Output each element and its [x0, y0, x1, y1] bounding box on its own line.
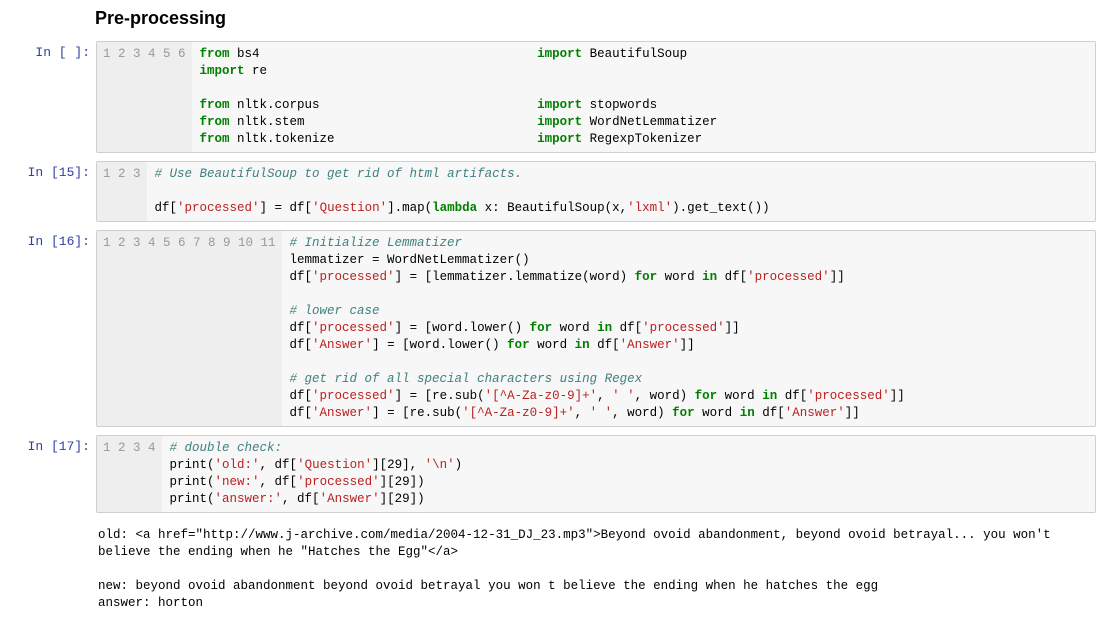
- input-area[interactable]: 1 2 3 4 5 6 7 8 9 10 11 # Initialize Lem…: [96, 230, 1096, 427]
- line-numbers: 1 2 3 4 5 6 7 8 9 10 11: [97, 231, 282, 426]
- input-area[interactable]: 1 2 3 # Use BeautifulSoup to get rid of …: [96, 161, 1096, 222]
- code-editor[interactable]: # double check: print('old:', df['Questi…: [162, 436, 1095, 512]
- markdown-cell: Pre-processing: [95, 8, 1096, 29]
- input-area[interactable]: 1 2 3 4 5 6 from bs4 import BeautifulSou…: [96, 41, 1096, 153]
- output-prompt: [0, 521, 96, 614]
- code-cell[interactable]: In [16]: 1 2 3 4 5 6 7 8 9 10 11 # Initi…: [0, 230, 1096, 427]
- line-numbers: 1 2 3: [97, 162, 147, 221]
- notebook: Pre-processing In [ ]: 1 2 3 4 5 6 from …: [0, 0, 1112, 642]
- code-editor[interactable]: from bs4 import BeautifulSoup import re …: [192, 42, 1095, 152]
- code-editor[interactable]: # Initialize Lemmatizer lemmatizer = Wor…: [282, 231, 1095, 426]
- stdout-output: old: <a href="http://www.j-archive.com/m…: [96, 521, 1096, 614]
- section-heading: Pre-processing: [95, 8, 1096, 29]
- input-prompt: In [17]:: [0, 435, 96, 513]
- input-prompt: In [ ]:: [0, 41, 96, 153]
- line-numbers: 1 2 3 4 5 6: [97, 42, 192, 152]
- code-cell[interactable]: In [ ]: 1 2 3 4 5 6 from bs4 import Beau…: [0, 41, 1096, 153]
- output-cell: old: <a href="http://www.j-archive.com/m…: [0, 521, 1096, 614]
- input-prompt: In [15]:: [0, 161, 96, 222]
- code-cell[interactable]: In [15]: 1 2 3 # Use BeautifulSoup to ge…: [0, 161, 1096, 222]
- input-prompt: In [16]:: [0, 230, 96, 427]
- line-numbers: 1 2 3 4: [97, 436, 162, 512]
- code-editor[interactable]: # Use BeautifulSoup to get rid of html a…: [147, 162, 1095, 221]
- input-area[interactable]: 1 2 3 4 # double check: print('old:', df…: [96, 435, 1096, 513]
- code-cell[interactable]: In [17]: 1 2 3 4 # double check: print('…: [0, 435, 1096, 513]
